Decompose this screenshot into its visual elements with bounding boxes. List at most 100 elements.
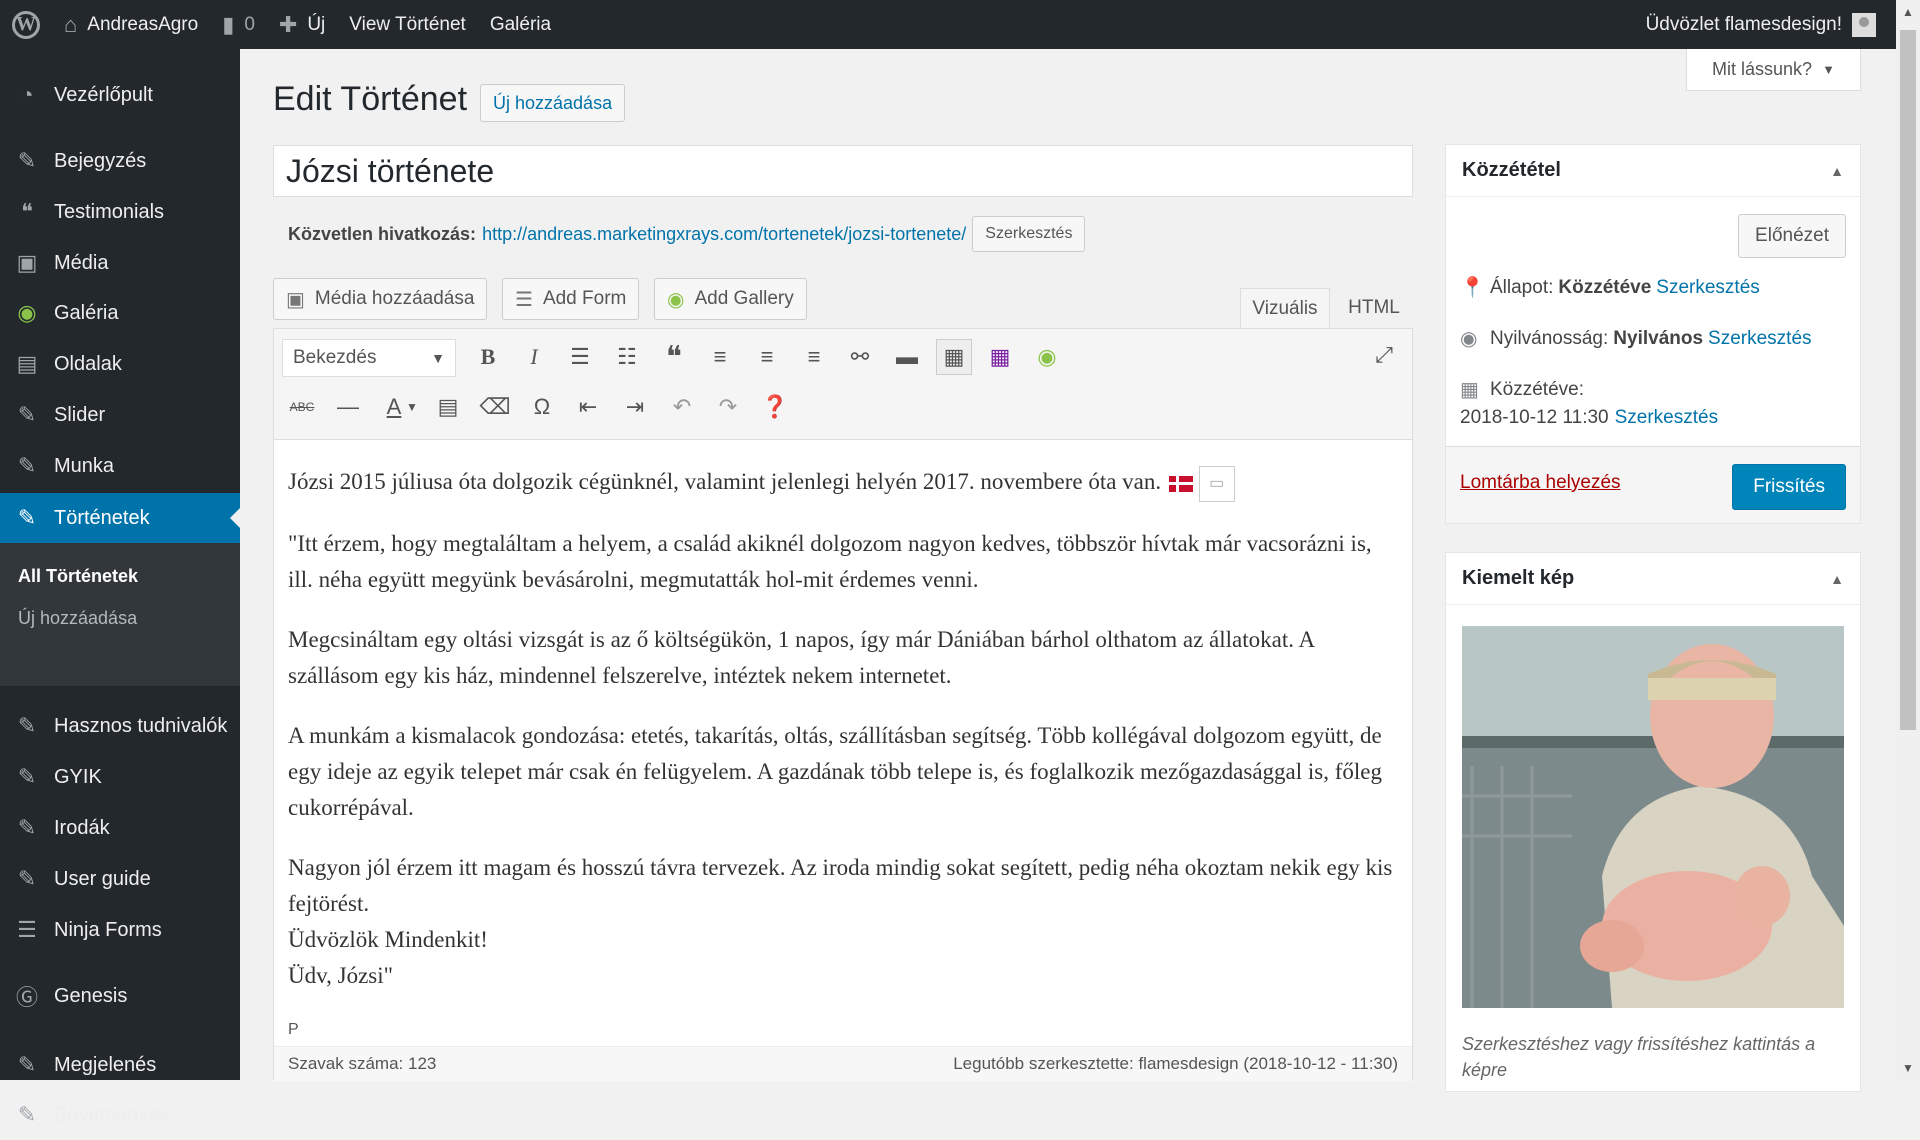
add-gallery-button[interactable]: ◉ Add Gallery	[654, 278, 807, 320]
paragraph: Nagyon jól érzem itt magam és hosszú táv…	[288, 850, 1398, 994]
publish-box-title: Közzététel	[1462, 159, 1561, 181]
submenu-all-tortenetek[interactable]: All Történetek	[18, 566, 138, 587]
post-title-input[interactable]: Józsi története	[273, 145, 1413, 197]
sidebar-item-gallery[interactable]: ◉ Galéria	[0, 288, 240, 338]
sidebar-item-pages[interactable]: ▤ Oldalak	[0, 339, 240, 389]
sidebar-item-munka[interactable]: ✎ Munka	[0, 441, 240, 491]
sidebar-item-media[interactable]: ▣ Média	[0, 238, 240, 288]
collapse-arrow-icon[interactable]: ▲	[1830, 163, 1844, 179]
sidebar-item-dashboard[interactable]: ◔ Vezérlőpult	[0, 70, 240, 120]
bullet-list-button[interactable]: ☰	[562, 339, 598, 375]
add-media-button[interactable]: ▣ Média hozzáadása	[273, 278, 488, 320]
featured-box-header[interactable]: Kiemelt kép ▲	[1446, 553, 1860, 605]
scroll-up-icon[interactable]: ▲	[1896, 0, 1920, 24]
sidebar-item-tortenetek[interactable]: ✎ Történetek	[0, 493, 240, 543]
editor-content[interactable]: Józsi 2015 júliusa óta dolgozik cégünkné…	[288, 464, 1398, 1018]
gallery-link[interactable]: Galéria	[478, 0, 563, 49]
permalink-edit-button[interactable]: Szerkesztés	[972, 216, 1086, 252]
scroll-thumb[interactable]	[1900, 30, 1916, 730]
screen-options-toggle[interactable]: Mit lássunk? ▼	[1686, 49, 1861, 91]
paste-text-icon[interactable]: ▤	[430, 389, 466, 425]
publish-actions: Lomtárba helyezés Frissítés	[1446, 446, 1860, 523]
sidebar-item-genesis[interactable]: Ⓖ Genesis	[0, 971, 240, 1021]
table-icon[interactable]: ▦	[982, 339, 1018, 375]
new-label: Új	[307, 13, 326, 35]
gallery-icon[interactable]: ◉	[1029, 339, 1065, 375]
media-icon: ▣	[16, 250, 38, 275]
media-icon: ▣	[286, 288, 305, 311]
site-name-link[interactable]: ⌂ AndreasAgro	[52, 0, 210, 49]
visibility-edit-link[interactable]: Szerkesztés	[1708, 328, 1811, 350]
published-edit-link[interactable]: Szerkesztés	[1615, 407, 1718, 429]
sidebar-item-gyik[interactable]: ✎ GYIK	[0, 752, 240, 802]
featured-image[interactable]	[1462, 626, 1844, 1008]
comments-link[interactable]: ▮ 0	[210, 0, 267, 49]
pin-icon: 📍	[1460, 277, 1485, 299]
update-button[interactable]: Frissítés	[1732, 464, 1846, 510]
sidebar-item-testimonials[interactable]: ❝ Testimonials	[0, 187, 240, 237]
bold-button[interactable]: B	[470, 339, 506, 375]
page-title: Edit Történet	[273, 80, 468, 118]
new-content-menu[interactable]: ✚ Új	[267, 0, 337, 49]
sidebar-item-slider[interactable]: ✎ Slider	[0, 390, 240, 440]
wp-logo-menu[interactable]: W	[0, 0, 52, 49]
format-select[interactable]: Bekezdés ▼	[282, 339, 456, 377]
italic-button[interactable]: I	[516, 339, 552, 375]
undo-icon[interactable]: ↶	[664, 389, 700, 425]
help-icon[interactable]: ❓	[757, 389, 793, 425]
status-edit-link[interactable]: Szerkesztés	[1656, 277, 1759, 299]
sidebar-item-user-guide[interactable]: ✎ User guide	[0, 854, 240, 904]
sidebar-item-label: Bővítmények	[54, 1103, 170, 1126]
greeting: Üdvözlet flamesdesign!	[1645, 13, 1842, 35]
add-gallery-label: Add Gallery	[694, 288, 794, 309]
clear-format-icon[interactable]: ⌫	[477, 389, 513, 425]
account-menu[interactable]: Üdvözlet flamesdesign!	[1634, 0, 1920, 49]
last-edited: Legutóbb szerkesztette: flamesdesign (20…	[953, 1054, 1398, 1073]
publish-box-header[interactable]: Közzététel ▲	[1446, 145, 1860, 197]
redo-icon[interactable]: ↷	[710, 389, 746, 425]
preview-button[interactable]: Előnézet	[1738, 214, 1846, 258]
scroll-down-icon[interactable]: ▼	[1896, 1056, 1920, 1080]
strikethrough-button[interactable]: ABC	[284, 389, 320, 425]
view-post-link[interactable]: View Történet	[337, 0, 478, 49]
outdent-icon[interactable]: ⇤	[570, 389, 606, 425]
sidebar-item-label: Genesis	[54, 984, 128, 1007]
horizontal-line-button[interactable]: —	[330, 389, 366, 425]
fullscreen-icon[interactable]: ⤢	[1366, 337, 1402, 373]
dashboard-icon: ◔	[20, 82, 34, 107]
sidebar-item-plugins[interactable]: ✎ Bővítmények	[0, 1090, 240, 1140]
sidebar-item-appearance[interactable]: ✎ Megjelenés	[0, 1040, 240, 1090]
calendar-icon: ▦	[1460, 379, 1479, 401]
paragraph-text: Üdvözlök Mindenkit!	[288, 926, 488, 952]
trash-link[interactable]: Lomtárba helyezés	[1460, 472, 1621, 494]
submenu-add-new[interactable]: Új hozzáadása	[18, 608, 137, 629]
sidebar-item-hasznos[interactable]: ✎ Hasznos tudnivalók	[0, 701, 240, 751]
sidebar-item-irodak[interactable]: ✎ Irodák	[0, 803, 240, 853]
read-more-button[interactable]: ▬	[889, 339, 925, 375]
link-icon[interactable]: ⚯	[842, 339, 878, 375]
sidebar-item-posts[interactable]: ✎ Bejegyzés	[0, 136, 240, 186]
add-new-button[interactable]: Új hozzáadása	[480, 84, 626, 122]
numbered-list-button[interactable]: ☷	[609, 339, 645, 375]
page-scrollbar[interactable]: ▲ ▼	[1896, 0, 1920, 1080]
indent-icon[interactable]: ⇥	[617, 389, 653, 425]
word-count: Szavak száma: 123	[288, 1054, 437, 1073]
paragraph-text: Üdv, Józsi"	[288, 962, 394, 988]
align-center-button[interactable]: ≡	[749, 339, 785, 375]
image-placeholder-icon[interactable]: ▭	[1198, 465, 1235, 502]
tab-html[interactable]: HTML	[1334, 288, 1414, 328]
chevron-down-icon[interactable]: ▼	[402, 389, 422, 425]
align-right-button[interactable]: ≡	[796, 339, 832, 375]
collapse-arrow-icon[interactable]: ▲	[1830, 571, 1844, 587]
special-char-icon[interactable]: Ω	[524, 389, 560, 425]
blockquote-button[interactable]: ❝	[656, 339, 692, 375]
chevron-down-icon: ▼	[1822, 62, 1835, 77]
sidebar-item-ninja-forms[interactable]: ☰ Ninja Forms	[0, 905, 240, 955]
add-form-button[interactable]: ☰ Add Form	[502, 278, 640, 320]
sidebar-item-label: Ninja Forms	[54, 918, 162, 941]
tab-visual[interactable]: Vizuális	[1240, 288, 1330, 328]
element-path[interactable]: P	[288, 1021, 299, 1039]
align-left-button[interactable]: ≡	[702, 339, 738, 375]
permalink-link[interactable]: http://andreas.marketingxrays.com/torten…	[482, 224, 966, 245]
toolbar-toggle-button[interactable]: ▦	[936, 339, 972, 375]
